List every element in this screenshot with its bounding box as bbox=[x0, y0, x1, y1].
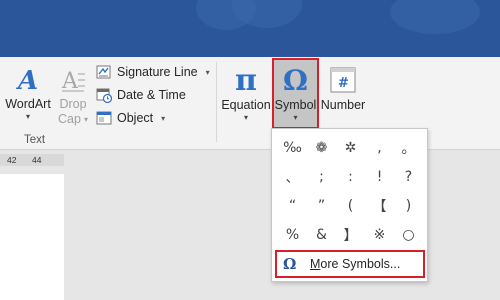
symbol-cell[interactable]: & bbox=[307, 220, 336, 249]
drop-cap-button[interactable]: A Drop Cap ▾ bbox=[54, 63, 92, 127]
symbol-dropdown: ‰ ❁ ✲ , 。 、 ; : ! ? “ ” ( 【 ) % & 】 ※ ○ … bbox=[271, 128, 428, 282]
wordart-icon: A bbox=[15, 63, 41, 97]
drop-cap-icon: A bbox=[60, 63, 86, 97]
symbol-cell[interactable]: : bbox=[336, 162, 365, 191]
symbol-cell[interactable]: ❁ bbox=[307, 133, 336, 162]
symbol-cell[interactable]: 】 bbox=[336, 220, 365, 249]
number-icon: # bbox=[330, 62, 356, 98]
date-time-button[interactable]: Date & Time bbox=[96, 84, 186, 106]
object-button[interactable]: Object ▾ bbox=[96, 107, 165, 129]
object-label: Object bbox=[117, 111, 154, 125]
object-icon bbox=[96, 110, 112, 126]
symbol-button[interactable]: Ω Symbol ▾ bbox=[272, 62, 319, 123]
drop-cap-label-line2: Cap bbox=[58, 112, 81, 126]
chevron-down-icon: ▾ bbox=[293, 113, 298, 122]
symbol-cell[interactable]: ※ bbox=[365, 220, 394, 249]
svg-text:#: # bbox=[338, 76, 349, 91]
symbol-cell[interactable]: “ bbox=[278, 191, 307, 220]
number-label: Number bbox=[320, 98, 366, 112]
symbol-cell[interactable]: ) bbox=[394, 191, 423, 220]
signature-line-button[interactable]: Signature Line ▾ bbox=[96, 61, 210, 83]
title-decoration bbox=[390, 0, 480, 34]
chevron-down-icon: ▾ bbox=[243, 113, 248, 122]
symbol-cell[interactable]: , bbox=[365, 133, 394, 162]
signature-line-icon bbox=[96, 64, 112, 80]
svg-text:A: A bbox=[15, 66, 38, 94]
signature-line-label: Signature Line bbox=[117, 65, 198, 79]
more-symbols-label: More Symbols... bbox=[310, 257, 401, 271]
symbol-cell[interactable]: ! bbox=[365, 162, 394, 191]
symbol-label: Symbol bbox=[274, 98, 317, 112]
omega-icon: Ω bbox=[283, 255, 297, 273]
date-time-label: Date & Time bbox=[117, 88, 186, 102]
text-group-label: Text bbox=[24, 134, 46, 146]
ruler-mark: 44 bbox=[32, 155, 42, 165]
symbol-cell[interactable]: % bbox=[278, 220, 307, 249]
title-bar bbox=[0, 0, 500, 57]
chevron-down-icon: ▾ bbox=[25, 112, 30, 121]
chevron-down-icon: ▾ bbox=[205, 67, 210, 77]
wordart-label: WordArt bbox=[5, 97, 51, 111]
ruler: 42 44 bbox=[0, 154, 64, 166]
symbol-cell[interactable]: ? bbox=[394, 162, 423, 191]
symbol-cell[interactable]: ( bbox=[336, 191, 365, 220]
symbol-cell[interactable]: ✲ bbox=[336, 133, 365, 162]
symbol-cell[interactable]: 、 bbox=[278, 162, 307, 191]
symbol-cell[interactable]: ○ bbox=[394, 220, 423, 249]
calendar-icon bbox=[96, 87, 112, 103]
number-button[interactable]: # Number bbox=[320, 62, 366, 113]
wordart-button[interactable]: A WordArt ▾ bbox=[4, 63, 52, 122]
symbol-cell[interactable]: 。 bbox=[394, 133, 423, 162]
symbol-cell[interactable]: ” bbox=[307, 191, 336, 220]
symbol-cell[interactable]: ‰ bbox=[278, 133, 307, 162]
equation-button[interactable]: π Equation ▾ bbox=[221, 62, 271, 123]
pi-icon: π bbox=[235, 62, 257, 98]
more-symbols-button[interactable]: Ω More Symbols... bbox=[275, 250, 425, 278]
chevron-down-icon: ▾ bbox=[83, 114, 88, 124]
document-page[interactable] bbox=[0, 174, 64, 300]
chevron-down-icon: ▾ bbox=[161, 113, 166, 123]
symbol-cell[interactable]: ; bbox=[307, 162, 336, 191]
equation-label: Equation bbox=[221, 98, 271, 112]
omega-icon: Ω bbox=[283, 63, 308, 97]
drop-cap-label-line1: Drop bbox=[59, 97, 87, 111]
symbol-cell[interactable]: 【 bbox=[365, 191, 394, 220]
ruler-mark: 42 bbox=[7, 155, 17, 165]
group-divider bbox=[216, 62, 217, 142]
